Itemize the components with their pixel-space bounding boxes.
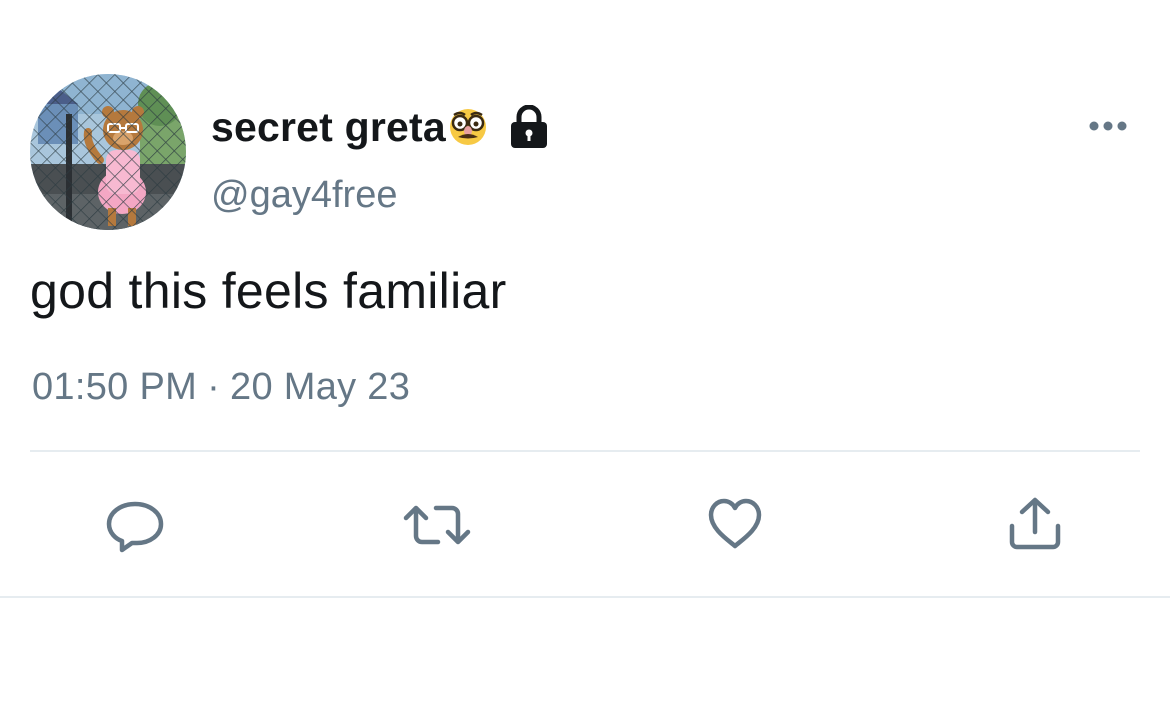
display-name[interactable]: secret greta [211, 104, 446, 151]
disguise-face-icon [448, 107, 488, 147]
share-button[interactable] [1006, 496, 1068, 554]
tweet-date: 20 May 23 [230, 366, 411, 408]
more-options-icon[interactable] [1080, 108, 1136, 144]
lock-icon [508, 104, 550, 149]
tweet-card: secret greta @gay4free god this feels fa… [0, 0, 1170, 712]
handle[interactable]: @gay4free [211, 174, 397, 217]
meta-separator: · [207, 366, 221, 408]
cartoon-bear-avatar-icon [30, 74, 186, 230]
bottom-divider [0, 596, 1170, 598]
reply-icon [106, 501, 164, 553]
like-button[interactable] [706, 496, 768, 554]
avatar[interactable] [30, 74, 186, 230]
retweet-button[interactable] [402, 496, 471, 554]
reply-button[interactable] [104, 496, 166, 554]
divider [30, 450, 1140, 452]
share-icon [1009, 497, 1061, 550]
tweet-time: 01:50 PM [32, 366, 198, 408]
author-name-row: secret greta [211, 100, 550, 154]
tweet-timestamp[interactable]: 01:50 PM · 20 May 23 [32, 366, 410, 409]
heart-icon [708, 498, 762, 549]
retweet-icon [403, 505, 471, 545]
tweet-text: god this feels familiar [30, 263, 507, 319]
